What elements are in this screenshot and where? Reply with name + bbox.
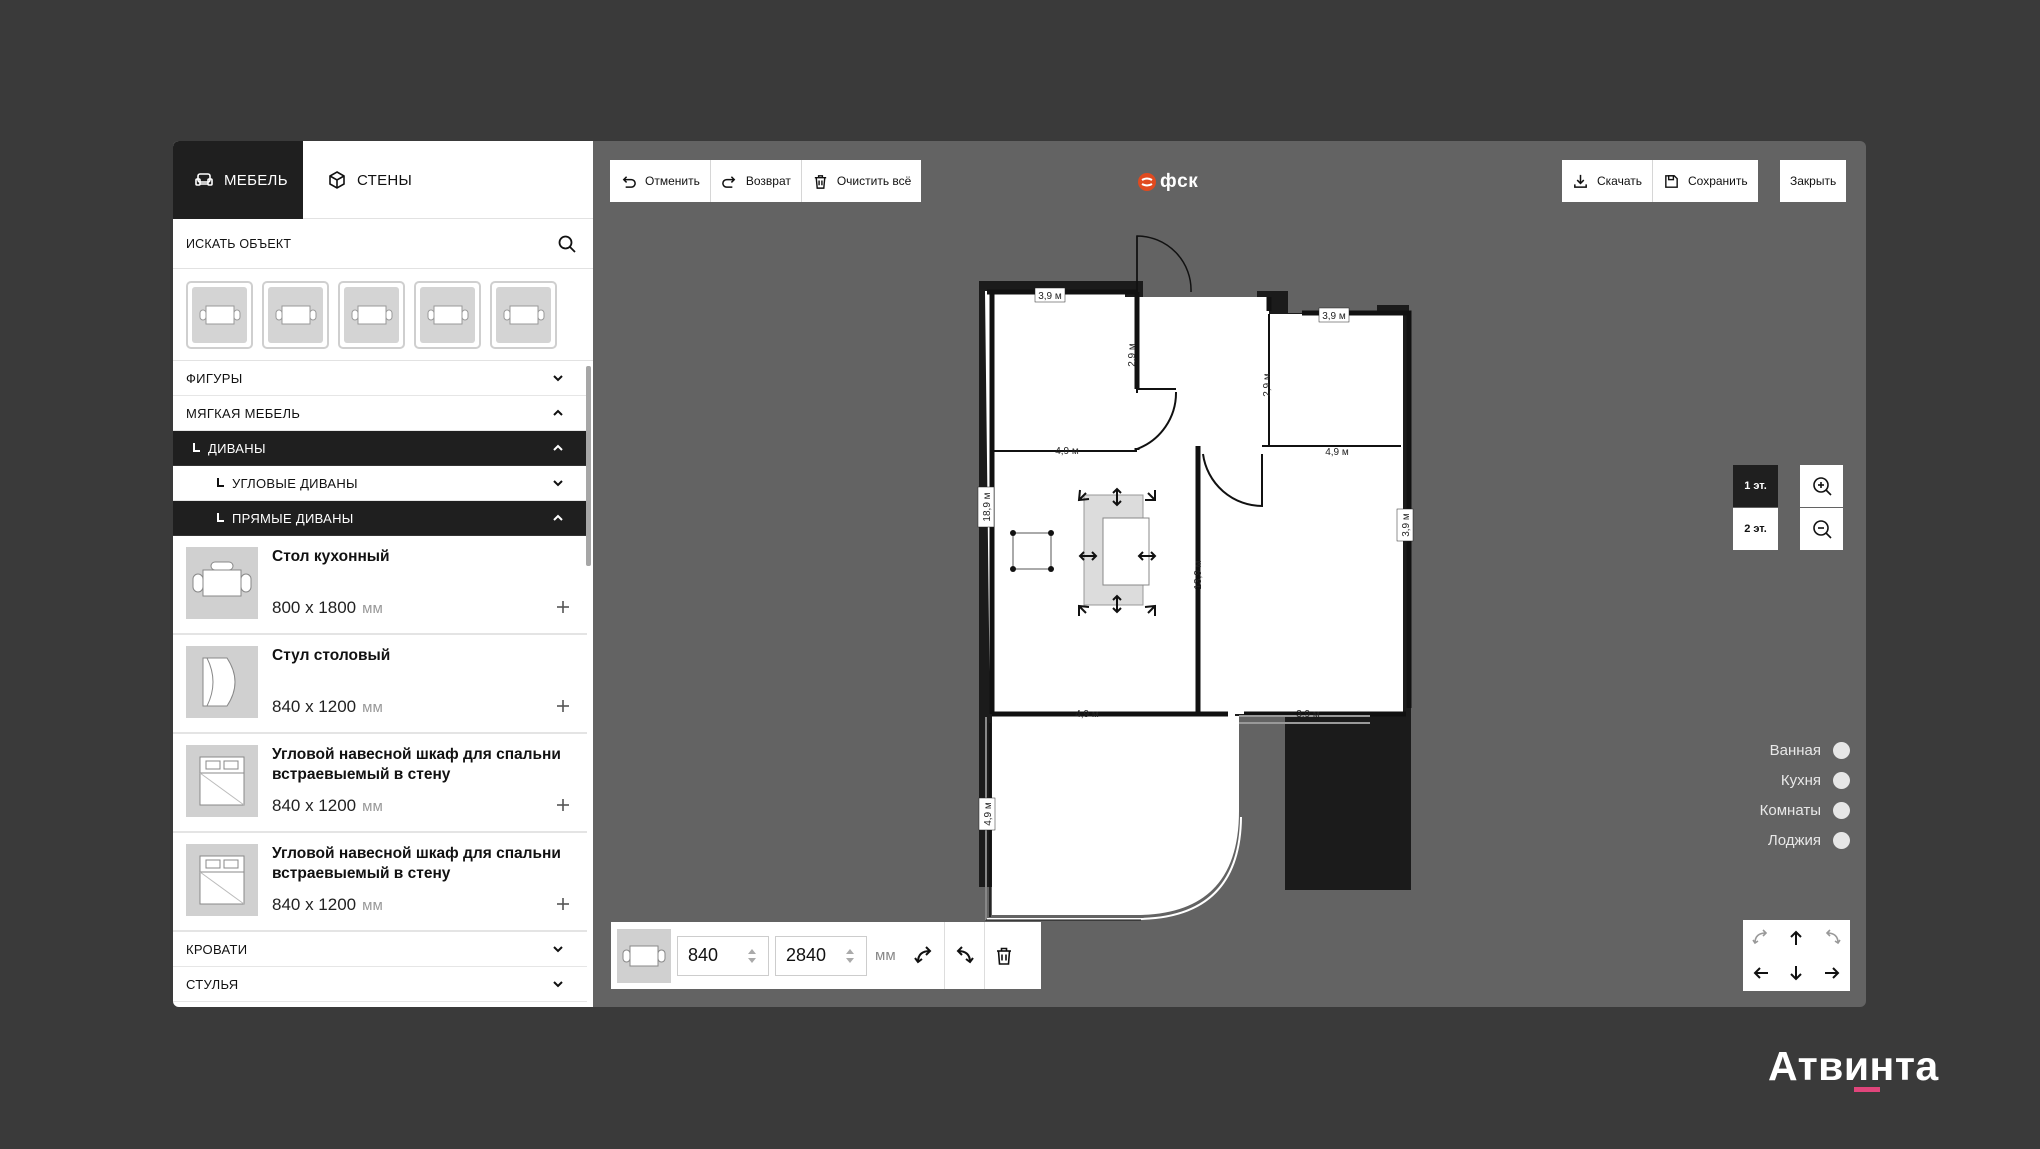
dim-label: 3,9 м — [1322, 311, 1346, 322]
rotate-right-icon — [1826, 929, 1841, 944]
width-value: 840 — [688, 945, 719, 965]
table-icon — [622, 945, 666, 966]
selected-object-preview — [617, 928, 671, 983]
legend-dot — [1833, 832, 1850, 849]
floor-2-label: 2 эт. — [1744, 523, 1767, 535]
legend-label: Комнаты — [1759, 802, 1821, 819]
rotate-left-button[interactable] — [1743, 920, 1779, 956]
legend-label: Ванная — [1769, 742, 1821, 759]
dim-label: 3,9 м — [1401, 513, 1412, 537]
legend-kitchen[interactable]: Кухня — [1781, 772, 1850, 789]
rotate-cw-icon — [956, 945, 974, 963]
stepper-icon[interactable] — [746, 946, 758, 966]
unit-label: мм — [875, 947, 896, 964]
floor-plan[interactable]: 3,9 м 3,9 м 2,9 м 2,9 м 4,9 м 4,9 м 18,9… — [173, 141, 1866, 1007]
height-value: 2840 — [786, 945, 827, 965]
planner-app: МЕБЕЛЬ СТЕНЫ ИСКАТЬ ОБЪЕКТ ФИГУРЫ МЯГКАЯ… — [173, 141, 1866, 1007]
dim-label: 4,9 м — [1075, 709, 1099, 720]
dim-label: 4,9 м — [1055, 446, 1079, 457]
dim-label: 4,9 м — [983, 802, 994, 826]
pan-up-button[interactable] — [1779, 920, 1815, 956]
zoom-in-icon — [1812, 477, 1832, 496]
legend-dot — [1833, 772, 1850, 789]
legend-label: Кухня — [1780, 772, 1821, 789]
dim-label: 2,9 м — [1262, 373, 1273, 397]
dim-label: 2,9 м — [1127, 343, 1138, 367]
arrow-up-icon — [1790, 930, 1803, 945]
legend-dot — [1833, 802, 1850, 819]
brand-accent-underline — [1854, 1087, 1880, 1092]
dim-label: 18,9 м — [982, 492, 993, 521]
legend-loggia[interactable]: Лоджия — [1768, 832, 1850, 849]
dim-label: 4,9 м — [1325, 447, 1349, 458]
trash-icon — [997, 947, 1012, 965]
pan-down-button[interactable] — [1779, 956, 1815, 992]
floor-2-button[interactable]: 2 эт. — [1733, 508, 1778, 550]
legend-rooms[interactable]: Комнаты — [1760, 802, 1850, 819]
zoom-out-icon — [1812, 520, 1832, 539]
legend-dot — [1833, 742, 1850, 759]
dim-label: 3,9 м — [1038, 291, 1062, 302]
arrow-down-icon — [1790, 966, 1803, 981]
zoom-out-button[interactable] — [1800, 508, 1843, 550]
arrow-left-icon — [1753, 967, 1768, 979]
rotate-cw-button[interactable] — [943, 922, 984, 989]
rotate-right-button[interactable] — [1814, 920, 1850, 956]
stepper-icon[interactable] — [844, 946, 856, 966]
legend-label: Лоджия — [1767, 832, 1821, 849]
legend-bathroom[interactable]: Ванная — [1770, 742, 1850, 759]
dim-label: 13,9 м — [1193, 560, 1204, 589]
nav-pad — [1743, 920, 1850, 991]
dim-label: 3,9 м — [1296, 709, 1320, 720]
rotate-ccw-button[interactable] — [904, 922, 944, 989]
delete-object-button[interactable] — [983, 922, 1024, 989]
floor-1-button[interactable]: 1 эт. — [1733, 465, 1778, 507]
pan-right-button[interactable] — [1814, 956, 1850, 992]
rotate-ccw-icon — [913, 945, 932, 963]
height-stepper[interactable]: 2840 — [775, 935, 867, 976]
atvinta-logo: Атвинта — [1768, 1043, 1939, 1089]
object-edit-bar: 840 2840 мм — [611, 922, 1041, 989]
arrow-right-icon — [1825, 967, 1840, 979]
floor-1-label: 1 эт. — [1744, 480, 1767, 492]
rotate-left-icon — [1752, 929, 1767, 944]
zoom-in-button[interactable] — [1800, 465, 1843, 507]
pan-left-button[interactable] — [1743, 956, 1779, 992]
width-stepper[interactable]: 840 — [677, 935, 769, 976]
